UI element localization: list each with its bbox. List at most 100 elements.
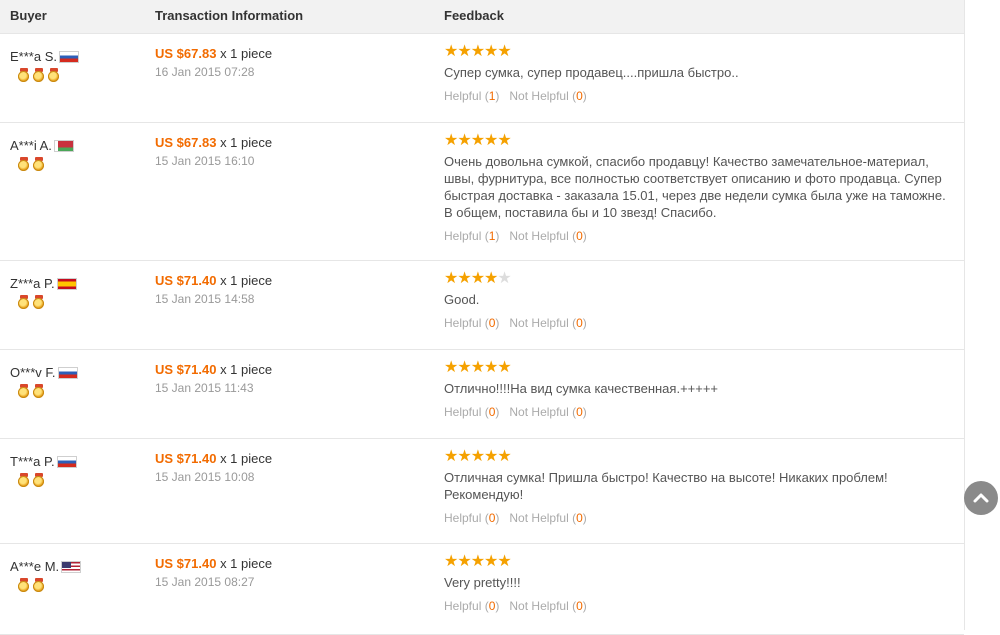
not-helpful-label: Not Helpful (509, 89, 569, 103)
not-helpful-link[interactable]: Not Helpful (0) (509, 316, 586, 330)
star-icon: ★ (457, 553, 471, 570)
not-helpful-link[interactable]: Not Helpful (0) (509, 89, 586, 103)
helpful-link[interactable]: Helpful (1) (444, 229, 499, 243)
feedback-cell: ★★★★★ Good. Helpful (0) Not Helpful (0) (444, 271, 954, 331)
medal-icon (33, 157, 45, 172)
buyer-cell: T***a P. (10, 453, 77, 490)
transaction-cell: US $71.40 x 1 piece 15 Jan 2015 14:58 (155, 273, 272, 306)
star-icon: ★ (470, 132, 485, 149)
not-helpful-count: 0 (576, 599, 583, 613)
star-icon: ★ (444, 132, 458, 149)
not-helpful-label: Not Helpful (509, 229, 569, 243)
medal-icon (18, 384, 30, 399)
feedback-text: Very pretty!!!! (444, 575, 521, 590)
transaction-date: 15 Jan 2015 14:58 (155, 292, 255, 306)
medal-icon (18, 578, 30, 593)
helpful-link[interactable]: Helpful (0) (444, 316, 499, 330)
star-icon: ★ (457, 43, 471, 60)
star-icon: ★ (484, 43, 498, 60)
star-rating: ★★★★★ (444, 271, 954, 287)
price: US $71.40 (155, 451, 217, 466)
feedback-cell: ★★★★★ Супер сумка, супер продавец....приш… (444, 43, 954, 104)
transaction-cell: US $71.40 x 1 piece 15 Jan 2015 10:08 (155, 451, 272, 484)
transaction-date: 16 Jan 2015 07:28 (155, 65, 255, 79)
star-icon: ★ (444, 43, 458, 60)
medal-icon (48, 68, 60, 83)
helpful-link[interactable]: Helpful (0) (444, 599, 499, 613)
buyer-cell: E***a S. (10, 48, 79, 85)
belarus-flag-icon (53, 139, 74, 152)
not-helpful-link[interactable]: Not Helpful (0) (509, 511, 586, 525)
not-helpful-label: Not Helpful (509, 405, 569, 419)
medal-icon (33, 68, 45, 83)
transaction-cell: US $71.40 x 1 piece 15 Jan 2015 11:43 (155, 362, 272, 395)
star-icon: ★ (484, 553, 498, 570)
buyer-level-medals (18, 578, 81, 595)
helpful-count: 0 (488, 599, 496, 613)
transaction-cell: US $71.40 x 1 piece 15 Jan 2015 08:27 (155, 556, 272, 589)
star-icon: ★ (497, 359, 511, 376)
review-list: E***a S. US $67.83 x 1 piece 16 Jan 2015 0… (0, 34, 964, 635)
russia-flag-icon (56, 455, 77, 468)
not-helpful-count: 0 (576, 405, 583, 419)
buyer-name: Z***a P. (10, 276, 55, 292)
review-row: Z***a P. US $71.40 x 1 piece 15 Jan 2015 1… (0, 261, 964, 350)
price: US $71.40 (155, 273, 217, 288)
star-icon: ★ (484, 132, 498, 149)
buyer-level-medals (18, 157, 74, 174)
helpful-label: Helpful (444, 405, 482, 419)
transaction-cell: US $67.83 x 1 piece 15 Jan 2015 16:10 (155, 135, 272, 168)
price: US $71.40 (155, 556, 217, 571)
helpful-votes: Helpful (0) Not Helpful (0) (444, 511, 954, 525)
chevron-up-icon (973, 493, 989, 503)
feedback-text: Супер сумка, супер продавец....пришла бы… (444, 65, 739, 80)
buyer-cell: A***e M. (10, 558, 82, 595)
medal-icon (33, 384, 45, 399)
helpful-link[interactable]: Helpful (1) (444, 89, 499, 103)
star-icon: ★ (457, 132, 471, 149)
buyer-level-medals (18, 473, 77, 490)
star-icon: ★ (470, 553, 485, 570)
quantity: x 1 piece (220, 451, 273, 466)
not-helpful-link[interactable]: Not Helpful (0) (509, 405, 586, 419)
helpful-count: 0 (488, 316, 496, 330)
feedback-cell: ★★★★★ Very pretty!!!! Helpful (0) Not Helpf… (444, 554, 954, 614)
medal-icon (18, 68, 30, 83)
helpful-link[interactable]: Helpful (0) (444, 405, 499, 419)
star-icon: ★ (444, 270, 458, 287)
quantity: x 1 piece (220, 46, 273, 61)
buyer-cell: A***i A. (10, 137, 74, 174)
medal-icon (18, 295, 30, 310)
star-icon: ★ (497, 132, 511, 149)
not-helpful-link[interactable]: Not Helpful (0) (509, 229, 586, 243)
medal-icon (33, 578, 45, 593)
buyer-cell: Z***a P. (10, 275, 77, 312)
not-helpful-link[interactable]: Not Helpful (0) (509, 599, 586, 613)
helpful-count: 0 (488, 511, 496, 525)
not-helpful-count: 0 (576, 511, 583, 525)
star-icon: ★ (457, 270, 471, 287)
star-icon: ★ (444, 359, 458, 376)
not-helpful-label: Not Helpful (509, 599, 569, 613)
star-icon: ★ (470, 448, 485, 465)
not-helpful-count: 0 (576, 89, 583, 103)
medal-icon (33, 295, 45, 310)
buyer-level-medals (18, 68, 79, 85)
star-rating: ★★★★★ (444, 449, 954, 465)
scroll-to-top-button[interactable] (964, 481, 998, 515)
feedback-text: Отлично!!!!На вид сумка качественная.+++… (444, 381, 719, 396)
quantity: x 1 piece (220, 556, 273, 571)
star-icon: ★ (444, 553, 458, 570)
review-row: A***e M. US $71.40 x 1 piece 15 Jan 2015 0… (0, 544, 964, 635)
helpful-label: Helpful (444, 511, 482, 525)
star-rating: ★★★★★ (444, 554, 954, 570)
review-row: T***a P. US $71.40 x 1 piece 15 Jan 2015 1… (0, 439, 964, 544)
buyer-name: E***a S. (10, 49, 57, 65)
review-row: O***v F. US $71.40 x 1 piece 15 Jan 2015 1… (0, 350, 964, 439)
buyer-cell: O***v F. (10, 364, 78, 401)
helpful-count: 1 (488, 229, 496, 243)
star-icon: ★ (484, 359, 498, 376)
helpful-label: Helpful (444, 316, 482, 330)
helpful-link[interactable]: Helpful (0) (444, 511, 499, 525)
star-rating: ★★★★★ (444, 360, 954, 376)
